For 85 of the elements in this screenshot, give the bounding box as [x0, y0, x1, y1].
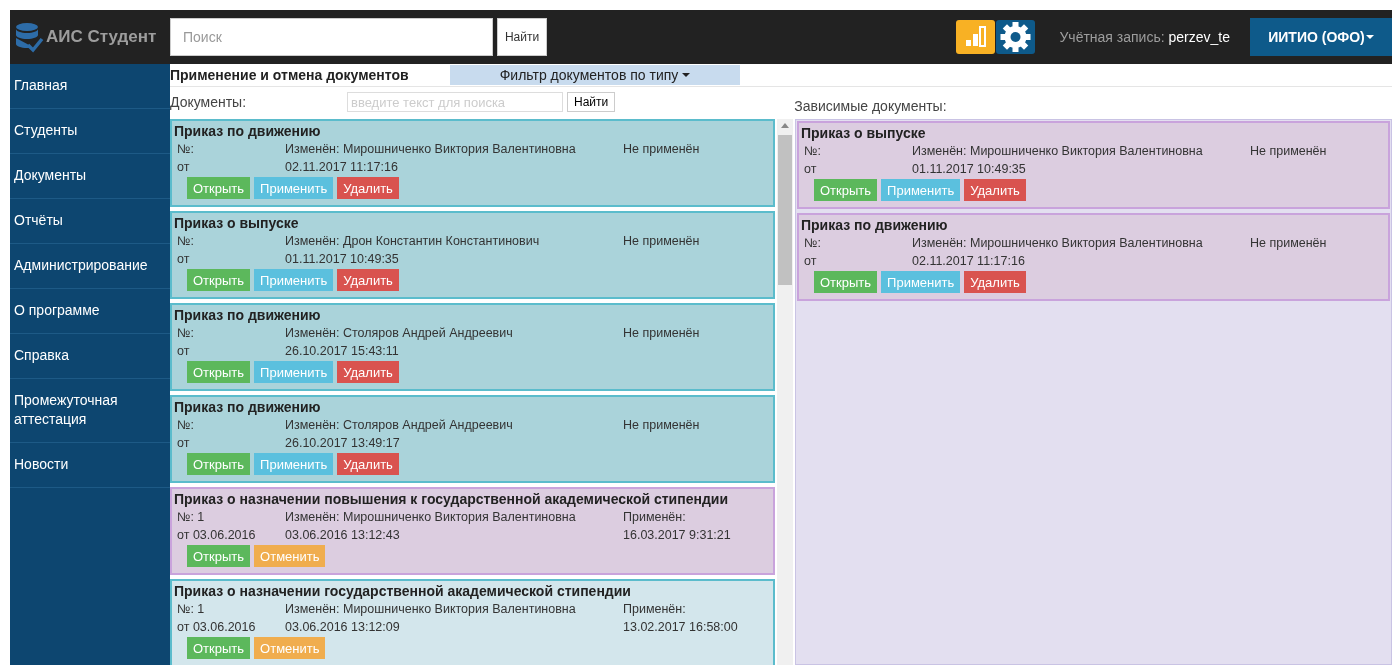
sidebar-item[interactable]: Главная	[10, 64, 170, 109]
document-title: Приказ о назначении государственной академической стипендии	[174, 582, 632, 600]
changed-date: 26.10.2017 15:43:11	[285, 343, 400, 360]
applied-date: 13.02.2017 16:58:00	[623, 619, 739, 636]
document-number: №: 1	[177, 509, 206, 526]
changed-date: 26.10.2017 13:49:17	[285, 435, 401, 452]
document-number: №: 1	[177, 601, 206, 618]
document-date: от	[177, 159, 191, 176]
app-name: АИС Студент	[46, 27, 157, 47]
changed-by: Изменён: Мирошниченко Виктория Валентиновна	[285, 509, 577, 526]
document-status: Не применён	[623, 417, 701, 434]
open-button[interactable]: Открыть	[814, 179, 878, 201]
document-status: Не применён	[1250, 235, 1328, 252]
document-number: №:	[177, 141, 195, 158]
changed-date: 01.11.2017 10:49:35	[912, 161, 1027, 178]
document-title: Приказ по движению	[801, 216, 949, 234]
document-date: от	[177, 251, 191, 268]
document-number: №:	[804, 235, 822, 252]
organization-menu[interactable]: ИИТИО (ОФО)	[1250, 18, 1392, 56]
open-button[interactable]: Открыть	[187, 269, 251, 291]
scrollbar[interactable]	[777, 119, 793, 665]
changed-date: 02.11.2017 11:17:16	[285, 159, 399, 176]
delete-button[interactable]: Удалить	[337, 269, 399, 291]
document-status: Не применён	[623, 141, 701, 158]
open-button[interactable]: Открыть	[187, 637, 251, 659]
document-number: №:	[804, 143, 822, 160]
search-button[interactable]: Найти	[497, 18, 547, 56]
changed-by: Изменён: Столяров Андрей Андреевич	[285, 325, 514, 342]
document-date: от	[804, 253, 818, 270]
document-title: Приказ о выпуске	[801, 124, 927, 142]
apply-button[interactable]: Применить	[881, 179, 961, 201]
apply-button[interactable]: Применить	[881, 271, 961, 293]
open-button[interactable]: Открыть	[187, 361, 251, 383]
document-number: №:	[177, 417, 195, 434]
changed-by: Изменён: Дрон Константин Константинович	[285, 233, 541, 250]
apply-button[interactable]: Применить	[254, 269, 334, 291]
changed-by: Изменён: Мирошниченко Виктория Валентиновна	[285, 601, 577, 618]
changed-by: Изменён: Мирошниченко Виктория Валентиновна	[285, 141, 577, 158]
delete-button[interactable]: Удалить	[964, 179, 1026, 201]
document-status: Не применён	[623, 325, 701, 342]
document-number: №:	[177, 325, 195, 342]
document-status: Применён:	[623, 509, 687, 526]
changed-date: 03.06.2016 13:12:43	[285, 527, 401, 544]
changed-date: 02.11.2017 11:17:16	[912, 253, 1026, 270]
document-title: Приказ по движению	[174, 122, 322, 140]
bar-chart-icon[interactable]	[956, 20, 996, 54]
document-status: Не применён	[1250, 143, 1328, 160]
document-date: от 03.06.2016	[177, 527, 257, 544]
database-check-icon	[14, 21, 44, 53]
open-button[interactable]: Открыть	[187, 177, 251, 199]
document-status: Применён:	[623, 601, 687, 618]
changed-date: 03.06.2016 13:12:09	[285, 619, 401, 636]
document-date: от	[177, 435, 191, 452]
delete-button[interactable]: Удалить	[337, 177, 399, 199]
document-number: №:	[177, 233, 195, 250]
open-button[interactable]: Открыть	[814, 271, 878, 293]
apply-button[interactable]: Применить	[254, 177, 334, 199]
changed-by: Изменён: Мирошниченко Виктория Валентиновна	[912, 143, 1204, 160]
changed-by: Изменён: Столяров Андрей Андреевич	[285, 417, 514, 434]
page-title: Применение и отмена документов	[170, 67, 410, 83]
document-title: Приказ по движению	[174, 306, 322, 324]
document-status: Не применён	[623, 233, 701, 250]
document-title: Приказ о назначении повышения к государственной академической стипендии	[174, 490, 729, 508]
applied-date: 16.03.2017 9:31:21	[623, 527, 732, 544]
document-date: от 03.06.2016	[177, 619, 257, 636]
changed-date: 01.11.2017 10:49:35	[285, 251, 400, 268]
filter-tab[interactable]: Фильтр документов по типу	[450, 65, 740, 85]
delete-button[interactable]: Удалить	[337, 361, 399, 383]
delete-button[interactable]: Удалить	[337, 453, 399, 475]
documents-label: Документы:	[170, 94, 248, 110]
document-title: Приказ о выпуске	[174, 214, 300, 232]
changed-by: Изменён: Мирошниченко Виктория Валентиновна	[912, 235, 1204, 252]
document-date: от	[177, 343, 191, 360]
apply-button[interactable]: Применить	[254, 361, 334, 383]
search-button[interactable]: Найти	[567, 92, 616, 112]
settings-icon[interactable]	[996, 20, 1036, 54]
delete-button[interactable]: Удалить	[964, 271, 1026, 293]
open-button[interactable]: Открыть	[187, 453, 251, 475]
document-date: от	[804, 161, 818, 178]
open-button[interactable]: Открыть	[187, 545, 251, 567]
search-field[interactable]: Поиск	[170, 18, 493, 56]
account-label: Учётная запись: perzev_te	[1059, 29, 1230, 45]
document-title: Приказ по движению	[174, 398, 322, 416]
apply-button[interactable]: Применить	[254, 453, 334, 475]
dependent-documents-label: Зависимые документы:	[794, 98, 947, 114]
